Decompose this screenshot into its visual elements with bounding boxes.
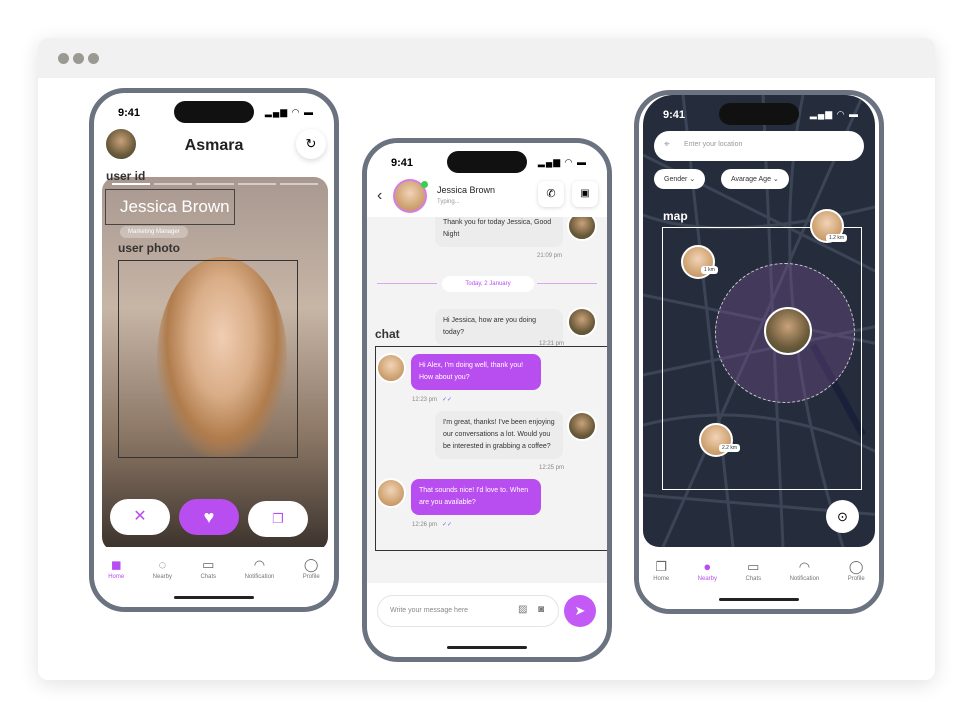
status-icons: ▂▄▆ ◠ ▬ xyxy=(264,107,314,117)
message-placeholder: Write your message here xyxy=(390,607,469,614)
message-input[interactable]: Write your message here ▨ ◙ xyxy=(377,595,559,627)
status-time: 9:41 xyxy=(391,157,414,169)
dynamic-island xyxy=(174,101,254,123)
nav-notification[interactable]: ◠ Notification xyxy=(790,559,820,609)
window-dot[interactable] xyxy=(58,53,69,64)
chat-icon: ▭ xyxy=(202,557,215,572)
chevron-down-icon: ⌄ xyxy=(689,176,696,183)
map-label: map xyxy=(663,209,688,223)
message-time: 12:26 pm xyxy=(412,522,438,528)
status-time: 9:41 xyxy=(663,109,686,121)
bell-icon: ◠ xyxy=(798,559,811,574)
distance-badge: 1.2 km xyxy=(826,234,848,242)
read-receipt-icon: ✓✓ xyxy=(442,522,453,528)
photo-progress xyxy=(112,183,318,185)
location-pin-icon: ⌖ xyxy=(664,139,670,150)
message-received: Hi Alex, I'm doing well, thank you! How … xyxy=(411,354,541,390)
message-time: 12:25 pm xyxy=(539,465,565,471)
profile-icon: ◯ xyxy=(303,557,319,572)
nearby-icon: ◌ xyxy=(158,557,167,572)
message-sent: I'm great, thanks! I've been enjoying ou… xyxy=(435,411,563,459)
read-receipt-icon: ✓✓ xyxy=(442,397,453,403)
recenter-button[interactable]: ⊙ xyxy=(826,500,859,533)
phone-nearby-screen: 9:41 ▂▄▆ ◠ ▬ ⌖ Enter your location Gende… xyxy=(634,90,884,614)
back-button[interactable]: ‹ xyxy=(377,187,382,205)
nav-nearby[interactable]: ◌ Nearby xyxy=(153,557,172,607)
refresh-icon: ↻ xyxy=(305,136,317,151)
reject-button[interactable]: ✕ xyxy=(110,499,170,535)
status-time: 9:41 xyxy=(118,107,141,119)
video-call-button[interactable]: ▣ xyxy=(572,181,598,207)
phone-chat-screen: Thank you for today Jessica, Good Night … xyxy=(362,138,612,662)
home-indicator xyxy=(447,646,527,649)
home-indicator xyxy=(174,596,254,599)
window-dot[interactable] xyxy=(73,53,84,64)
user-id-label: user id xyxy=(106,169,146,183)
chevron-down-icon: ⌄ xyxy=(772,176,779,183)
call-button[interactable]: ✆ xyxy=(538,181,564,207)
typing-status: Typing... xyxy=(437,199,460,205)
contact-name: Jessica Brown xyxy=(437,185,496,195)
job-badge: Marketing Manager xyxy=(120,226,188,238)
window-dot[interactable] xyxy=(88,53,99,64)
nav-chats[interactable]: ▭ Chats xyxy=(745,559,761,609)
send-button[interactable]: ➤ xyxy=(564,595,596,627)
chevron-left-icon: ‹ xyxy=(377,187,383,204)
video-icon: ▣ xyxy=(580,188,590,199)
nearby-icon: ● xyxy=(703,559,712,574)
location-search-input[interactable]: ⌖ Enter your location xyxy=(654,131,864,161)
user-photo-label: user photo xyxy=(118,241,180,255)
home-icon: ◼ xyxy=(110,557,122,572)
message-time: 12:23 pm xyxy=(412,397,438,403)
dynamic-island xyxy=(719,103,799,125)
profile-icon: ◯ xyxy=(848,559,864,574)
dynamic-island xyxy=(447,151,527,173)
heart-icon: ♥ xyxy=(203,507,215,527)
nav-home[interactable]: ◼ Home xyxy=(108,557,124,607)
crosshair-icon: ⊙ xyxy=(837,509,848,524)
nav-profile[interactable]: ◯ Profile xyxy=(303,557,320,607)
message-sent: Hi Jessica, how are you doing today? xyxy=(435,309,563,345)
user-photo-box xyxy=(118,260,298,458)
phone-swipe-screen: 9:41 ▂▄▆ ◠ ▬ Asmara ↻ user id Jessica Br… xyxy=(89,88,339,612)
message-button[interactable]: ❐ xyxy=(248,501,308,537)
location-placeholder: Enter your location xyxy=(684,141,743,148)
user-name: Jessica Brown xyxy=(105,189,235,225)
nav-home[interactable]: ❐ Home xyxy=(653,559,669,609)
age-filter[interactable]: Avarage Age ⌄ xyxy=(721,169,789,189)
chat-label: chat xyxy=(375,327,400,341)
distance-badge: 2.2 km xyxy=(719,444,741,452)
status-icons: ▂▄▆ ◠ ▬ xyxy=(809,109,859,119)
chat-bubbles-icon: ❐ xyxy=(272,511,284,526)
chat-icon: ▭ xyxy=(747,559,760,574)
send-icon: ➤ xyxy=(574,603,586,618)
camera-icon[interactable]: ◙ xyxy=(538,604,544,615)
home-icon: ❐ xyxy=(655,559,668,574)
window-titlebar xyxy=(38,38,935,78)
nav-profile[interactable]: ◯ Profile xyxy=(848,559,865,609)
message-received: That sounds nice! I'd love to. When are … xyxy=(411,479,541,515)
avatar xyxy=(567,307,597,337)
home-indicator xyxy=(719,598,799,601)
nav-notification[interactable]: ◠ Notification xyxy=(245,557,275,607)
phone-icon: ✆ xyxy=(546,188,556,200)
my-location-avatar[interactable] xyxy=(764,307,812,355)
gender-filter[interactable]: Gender ⌄ xyxy=(654,169,706,189)
date-divider: Today, 2 January xyxy=(442,276,534,292)
bell-icon: ◠ xyxy=(253,557,266,572)
nav-chats[interactable]: ▭ Chats xyxy=(200,557,216,607)
online-indicator xyxy=(421,181,428,188)
avatar xyxy=(376,478,406,508)
message-time: 21:09 pm xyxy=(537,253,563,259)
status-icons: ▂▄▆ ◠ ▬ xyxy=(537,157,587,167)
image-icon[interactable]: ▨ xyxy=(518,604,527,615)
avatar xyxy=(376,353,406,383)
distance-badge: 1 km xyxy=(701,266,718,274)
like-button[interactable]: ♥ xyxy=(179,499,239,535)
close-icon: ✕ xyxy=(133,508,147,525)
avatar xyxy=(567,411,597,441)
nav-nearby[interactable]: ● Nearby xyxy=(698,559,717,609)
refresh-button[interactable]: ↻ xyxy=(296,129,326,159)
